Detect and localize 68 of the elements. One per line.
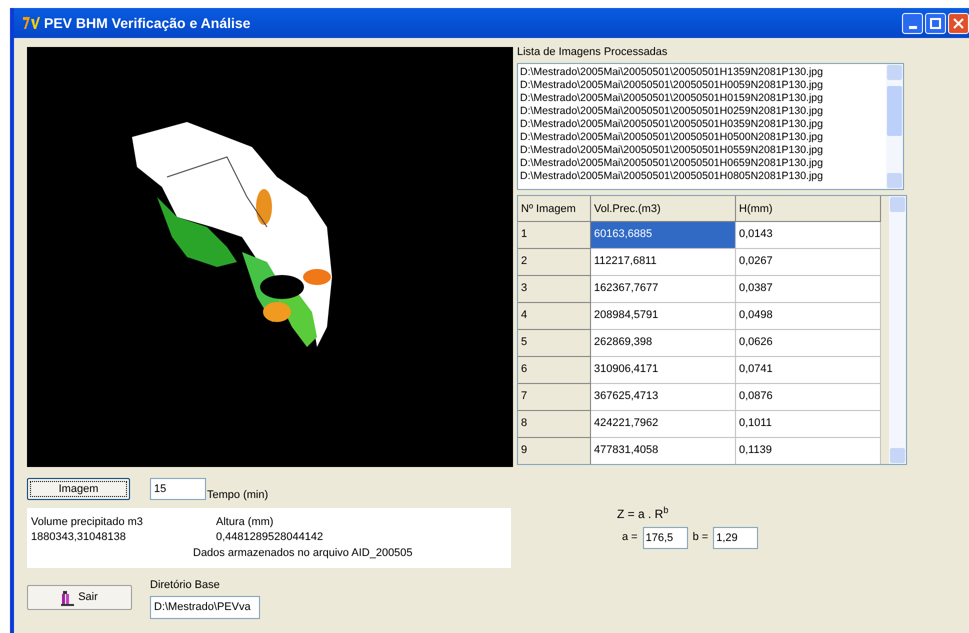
- minimize-button[interactable]: [902, 12, 923, 34]
- list-item[interactable]: D:\Mestrado\2005Mai\20050501\20050501H1359N2081P130.jpg: [520, 66, 886, 78]
- list-item[interactable]: D:\Mestrado\2005Mai\20050501\20050501H0659N2081P130.jpg: [520, 156, 886, 170]
- table-cell: 0,1011: [736, 410, 881, 438]
- close-icon: [953, 18, 964, 28]
- row-header: 3: [518, 276, 591, 302]
- list-item[interactable]: D:\Mestrado\2005Mai\20050501\20050501H0500N2081P130.jpg: [520, 130, 886, 144]
- table-cell: 477831,4058: [591, 438, 736, 464]
- table-cell: 262869,398: [591, 330, 736, 356]
- row-header: 7: [518, 384, 591, 410]
- row-header: 2: [518, 248, 591, 276]
- list-item[interactable]: D:\Mestrado\2005Mai\20050501\20050501H0805N2081P130.jpg: [520, 170, 886, 182]
- height-value: 0,4481289528044142: [216, 530, 324, 545]
- table-cell: 0,0876: [736, 384, 881, 410]
- column-header: Vol.Prec.(m3): [591, 196, 736, 222]
- height-label: Altura (mm): [216, 515, 274, 530]
- door-icon: [61, 590, 74, 606]
- table-cell: 60163,6885: [591, 222, 736, 248]
- table-cell: 112217,6811: [591, 248, 736, 276]
- table-cell: 367625,4713: [591, 384, 736, 410]
- image-button[interactable]: Imagem: [27, 478, 130, 500]
- maximize-button[interactable]: [925, 12, 946, 34]
- list-item[interactable]: D:\Mestrado\2005Mai\20050501\20050501H0559N2081P130.jpg: [520, 144, 886, 156]
- a-label: a =: [622, 530, 638, 546]
- row-header: 6: [518, 356, 591, 384]
- table-cell: 0,0498: [736, 302, 881, 330]
- column-header: Nº Imagem: [518, 196, 591, 222]
- minimize-icon: [908, 26, 916, 28]
- row-header: 9: [518, 438, 591, 464]
- time-field[interactable]: 15: [151, 479, 205, 499]
- row-header: 5: [518, 330, 591, 356]
- column-header: H(mm): [736, 196, 881, 222]
- window-title: PEV BHM Verificação e Análise: [44, 14, 250, 33]
- scrollbar[interactable]: [889, 196, 906, 464]
- file-list[interactable]: [517, 62, 904, 190]
- close-button[interactable]: [948, 12, 969, 34]
- list-item[interactable]: D:\Mestrado\2005Mai\20050501\20050501H0159N2081P130.jpg: [520, 92, 886, 104]
- table-cell: 0,1139: [736, 438, 881, 464]
- time-label: Tempo (min): [207, 488, 268, 502]
- table-cell: 0,0143: [736, 222, 881, 248]
- base-dir-label: Diretório Base: [150, 578, 221, 593]
- table-cell: 424221,7962: [591, 410, 736, 438]
- b-label: b =: [692, 530, 708, 546]
- table-cell: 0,0267: [736, 248, 881, 276]
- row-header: 4: [518, 302, 591, 330]
- list-label: Lista de Imagens Processadas: [517, 45, 668, 60]
- volume-value: 1880343,31048138: [31, 530, 126, 545]
- table-cell: 162367,7677: [591, 276, 736, 302]
- maximize-icon: [930, 18, 941, 28]
- base-dir-field[interactable]: D:\Mestrado\PEVva: [150, 596, 260, 618]
- table-cell: 0,0387: [736, 276, 881, 302]
- table-cell: 208984,5791: [591, 302, 736, 330]
- row-header: 1: [518, 222, 591, 248]
- table-cell: 0,0741: [736, 356, 881, 384]
- b-field[interactable]: 1,29: [713, 526, 758, 548]
- row-header: 8: [518, 410, 591, 438]
- table-cell: 310906,4171: [591, 356, 736, 384]
- volume-label: Volume precipitado m3: [31, 515, 143, 530]
- list-item[interactable]: D:\Mestrado\2005Mai\20050501\20050501H0359N2081P130.jpg: [520, 118, 886, 130]
- formula-text: Z = a . R$^{b}$: [617, 504, 670, 522]
- list-item[interactable]: D:\Mestrado\2005Mai\20050501\20050501H0259N2081P130.jpg: [520, 104, 886, 118]
- file-note: Dados armazenados no arquivo AID_200505: [193, 546, 413, 561]
- a-field[interactable]: 176,5: [642, 526, 688, 548]
- app-logo-icon: [22, 15, 40, 31]
- exit-button[interactable]: Sair: [27, 585, 132, 610]
- table-cell: 0,0626: [736, 330, 881, 356]
- list-item[interactable]: D:\Mestrado\2005Mai\20050501\20050501H0059N2081P130.jpg: [520, 78, 886, 92]
- scrollbar[interactable]: [886, 64, 903, 188]
